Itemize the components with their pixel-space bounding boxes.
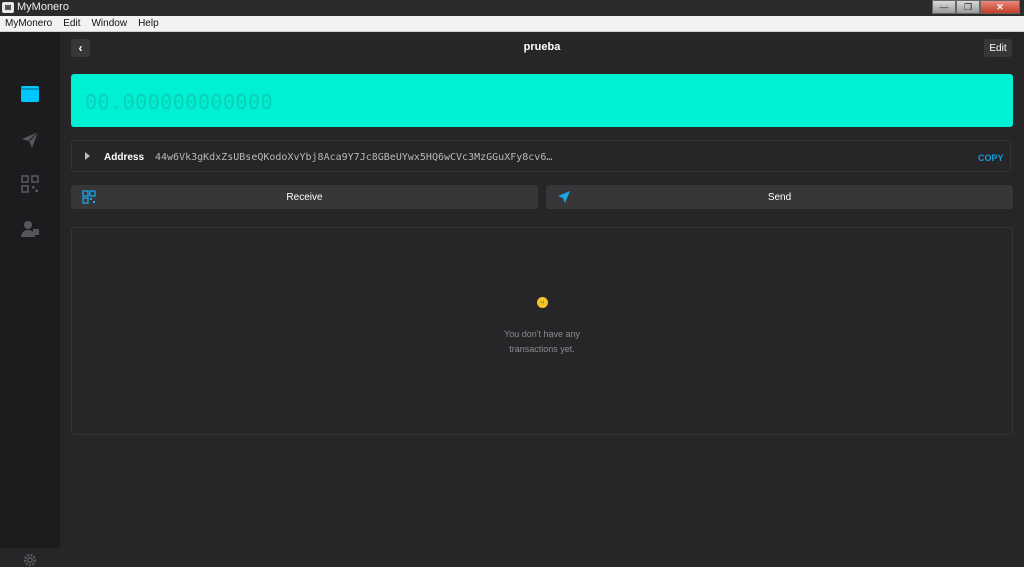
menu-mymonero[interactable]: MyMonero [0, 18, 58, 29]
paper-plane-icon [22, 131, 39, 148]
qr-code-icon [82, 190, 96, 204]
qr-code-icon [21, 175, 39, 193]
edit-button[interactable]: Edit [984, 39, 1012, 57]
close-button[interactable]: ✕ [980, 0, 1020, 14]
copy-address-button[interactable]: COPY [978, 153, 1004, 163]
wallet-icon [21, 86, 39, 102]
receive-label: Receive [286, 191, 323, 203]
menu-bar: MyMonero Edit Window Help [0, 16, 1024, 32]
empty-state-line-2: transactions yet. [509, 344, 575, 354]
address-row[interactable]: Address 44w6Vk3gKdxZsUBseQKodoXvYbj8Aca9… [71, 140, 1011, 172]
transactions-panel: 😐 You don't have any transactions yet. [71, 227, 1013, 435]
send-button[interactable]: Send [546, 185, 1013, 209]
gear-icon[interactable] [23, 553, 37, 567]
sidebar-item-wallets[interactable] [18, 82, 42, 106]
maximize-button[interactable]: ❐ [956, 0, 980, 14]
disclosure-triangle-icon[interactable] [85, 152, 90, 160]
menu-window[interactable]: Window [86, 18, 133, 29]
address-label: Address [104, 152, 145, 163]
back-button[interactable]: ‹ [71, 39, 90, 57]
send-label: Send [767, 191, 792, 203]
empty-state-message: You don't have any transactions yet. [467, 327, 617, 357]
balance-card: 00.000000000000 [71, 74, 1013, 127]
window-controls: — ❐ ✕ [932, 0, 1020, 14]
sidebar [0, 32, 60, 567]
paper-plane-icon [558, 191, 570, 203]
window-titlebar: MyMonero — ❐ ✕ [0, 0, 1024, 17]
neutral-face-icon: 😐 [537, 297, 548, 308]
menu-edit[interactable]: Edit [58, 18, 86, 29]
chevron-left-icon: ‹ [78, 41, 83, 55]
balance-amount: 00.000000000000 [85, 90, 274, 114]
page-title: prueba [523, 41, 561, 53]
sidebar-item-send[interactable] [18, 128, 42, 152]
sidebar-item-request[interactable] [18, 172, 42, 196]
address-value: 44w6Vk3gKdxZsUBseQKodoXvYbj8Aca9Y7Jc8GBe… [155, 152, 555, 163]
empty-state-line-1: You don't have any [504, 329, 580, 339]
contact-icon [21, 221, 39, 237]
minimize-button[interactable]: — [932, 0, 956, 14]
menu-help[interactable]: Help [133, 18, 165, 29]
app-icon [2, 2, 14, 13]
receive-button[interactable]: Receive [71, 185, 538, 209]
window-title: MyMonero [17, 1, 69, 13]
sidebar-item-contacts[interactable] [18, 217, 42, 241]
